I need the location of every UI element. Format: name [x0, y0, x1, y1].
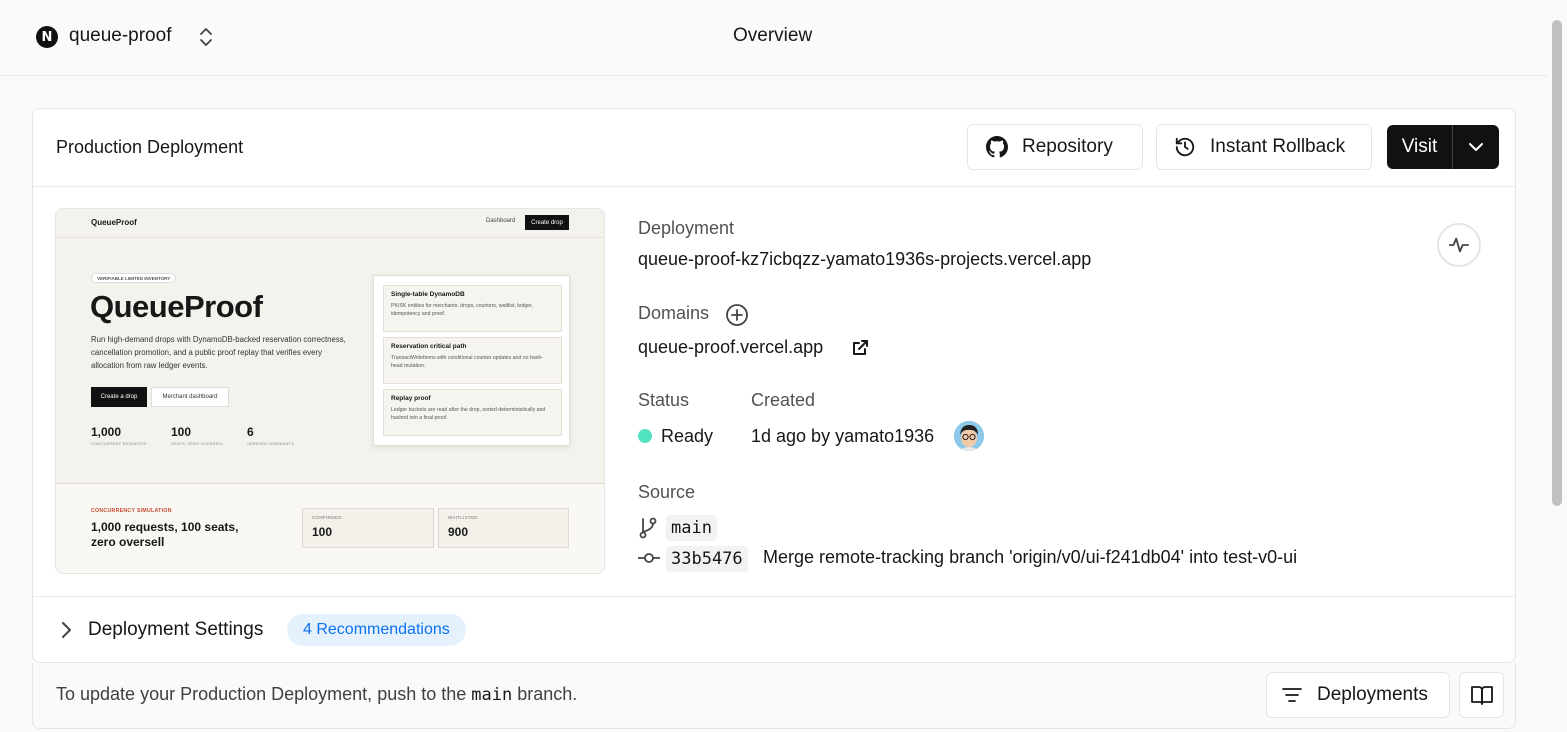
preview-stat-label: CONCURRENT REQUESTS [91, 441, 147, 446]
created-label: Created [751, 390, 816, 410]
preview-stat: 1,000 CONCURRENT REQUESTS [91, 425, 146, 446]
preview-merchant-button: Merchant dashboard [151, 387, 229, 407]
preview-sim-box-value: 100 [312, 525, 333, 539]
preview-feature-panel: Single-table DynamoDB PK/SK entities for… [373, 275, 570, 446]
visit-dropdown-button[interactable] [1453, 138, 1499, 156]
deployment-settings-label: Deployment Settings [88, 619, 264, 640]
footer-text-before: To update your Production Deployment, pu… [56, 684, 467, 704]
preview-feature-desc: PK/SK entities for merchants, drops, cou… [391, 303, 533, 317]
activity-button[interactable] [1437, 223, 1481, 267]
avatar[interactable] [954, 421, 984, 451]
chevron-up-down-icon[interactable] [197, 26, 215, 48]
git-commit-icon [638, 553, 660, 563]
status-value: Ready [661, 426, 714, 446]
card-title: Production Deployment [56, 137, 244, 157]
recommendations-badge[interactable]: 4 Recommendations [287, 614, 466, 646]
preview-sim-title: 1,000 requests, 100 seats, zero oversell [91, 520, 239, 549]
preview-stat-number: 1,000 [91, 425, 122, 439]
filter-list-icon [1282, 688, 1302, 702]
preview-feature-desc: Ledger buckets are read after the drop, … [391, 407, 546, 421]
branch-chip[interactable]: main [666, 515, 717, 541]
activity-icon [1448, 237, 1470, 253]
domains-label: Domains [638, 303, 710, 323]
preview-heading: QueueProof [90, 289, 263, 324]
deployments-button[interactable]: Deployments [1266, 672, 1450, 718]
preview-sim-box-key: CONFIRMED [312, 515, 342, 520]
created-value: 1d ago by yamato1936 [751, 426, 935, 446]
rollback-label: Instant Rollback [1210, 136, 1346, 157]
preview-feature-item: Replay proof Ledger buckets are read aft… [383, 389, 562, 436]
preview-feature-title: Single-table DynamoDB [391, 291, 465, 298]
status-label: Status [638, 390, 690, 410]
footer-text-after: branch. [517, 684, 578, 704]
source-label: Source [638, 482, 696, 502]
preview-nav: QueueProof Dashboard Create drop [56, 209, 604, 238]
visit-button[interactable]: Visit [1387, 125, 1453, 169]
deployment-settings-row[interactable]: Deployment Settings 4 Recommendations [33, 596, 1515, 662]
chevron-right-icon [62, 622, 71, 638]
visit-button-group: Visit [1387, 125, 1499, 169]
book-icon [1470, 686, 1493, 705]
preview-nav-dashboard: Dashboard [486, 218, 516, 224]
preview-sim-box-value: 900 [448, 525, 469, 539]
commit-message[interactable]: Merge remote-tracking branch 'origin/v0/… [763, 547, 1297, 568]
recommendations-text: 4 Recommendations [303, 621, 450, 638]
deployment-url-link[interactable]: queue-proof-kz7icbqzz-yamato1936s-projec… [638, 249, 1091, 270]
top-bar: N queue-proof Overview [0, 0, 1548, 76]
preview-badge-text: VERIFIABLE LIMITED INVENTORY [97, 275, 171, 281]
preview-stat: 6 VERIFIED INVARIANTS [247, 425, 294, 446]
status-indicator [638, 429, 652, 443]
preview-simulation-section: CONCURRENCY SIMULATION 1,000 requests, 1… [56, 483, 604, 573]
scrollbar[interactable] [1548, 0, 1567, 732]
page-title: Overview [733, 25, 813, 46]
footer-text: To update your Production Deployment, pu… [56, 684, 577, 705]
add-domain-icon[interactable] [725, 303, 749, 327]
production-deployment-card: Production Deployment Repository Instant… [32, 108, 1516, 663]
preview-feature-item: Single-table DynamoDB PK/SK entities for… [383, 285, 562, 332]
deployment-label: Deployment [638, 218, 735, 238]
preview-brand: QueueProof [91, 218, 137, 227]
preview-sim-box-key: WAITLISTED [448, 515, 478, 520]
domain-link[interactable]: queue-proof.vercel.app [638, 337, 823, 358]
deployments-label: Deployments [1317, 684, 1428, 705]
external-link-icon[interactable] [851, 339, 869, 357]
preview-stat-label: SEATS, ZERO OVERSELL [171, 441, 224, 446]
preview-feature-desc: TransactWriteItems with conditional coun… [391, 355, 543, 369]
user-avatar-icon [954, 421, 984, 451]
preview-create-button: Create a drop [91, 387, 147, 407]
footer-bar: To update your Production Deployment, pu… [32, 663, 1516, 729]
repository-label: Repository [1022, 136, 1113, 157]
github-icon [986, 136, 1008, 158]
deployment-preview[interactable]: QueueProof Dashboard Create drop VERIFIA… [55, 208, 605, 574]
preview-stat: 100 SEATS, ZERO OVERSELL [171, 425, 223, 446]
repository-button[interactable]: Repository [967, 124, 1143, 170]
preview-badge: VERIFIABLE LIMITED INVENTORY [91, 273, 177, 283]
git-branch-icon [639, 517, 657, 539]
preview-sim-label: CONCURRENCY SIMULATION [91, 508, 172, 514]
preview-feature-item: Reservation critical path TransactWriteI… [383, 337, 562, 384]
footer-branch: main [471, 685, 513, 705]
docs-button[interactable] [1459, 672, 1504, 718]
card-header: Production Deployment Repository Instant… [33, 109, 1515, 187]
preview-sim-box: WAITLISTED 900 [438, 508, 569, 548]
preview-feature-title: Replay proof [391, 395, 431, 402]
project-logo-icon: N [36, 26, 58, 48]
preview-stat-label: VERIFIED INVARIANTS [247, 441, 295, 446]
scrollbar-thumb[interactable] [1552, 20, 1562, 506]
preview-sim-box: CONFIRMED 100 [302, 508, 434, 548]
preview-stat-number: 100 [171, 425, 192, 439]
instant-rollback-button[interactable]: Instant Rollback [1156, 124, 1372, 170]
project-name[interactable]: queue-proof [69, 25, 171, 47]
chevron-down-icon [1469, 143, 1483, 151]
rollback-icon [1175, 137, 1195, 157]
preview-nav-create: Create drop [525, 215, 569, 230]
preview-stat-number: 6 [247, 425, 254, 439]
preview-description: Run high-demand drops with DynamoDB-back… [91, 335, 346, 370]
preview-feature-title: Reservation critical path [391, 343, 467, 350]
commit-hash-chip[interactable]: 33b5476 [666, 546, 748, 572]
